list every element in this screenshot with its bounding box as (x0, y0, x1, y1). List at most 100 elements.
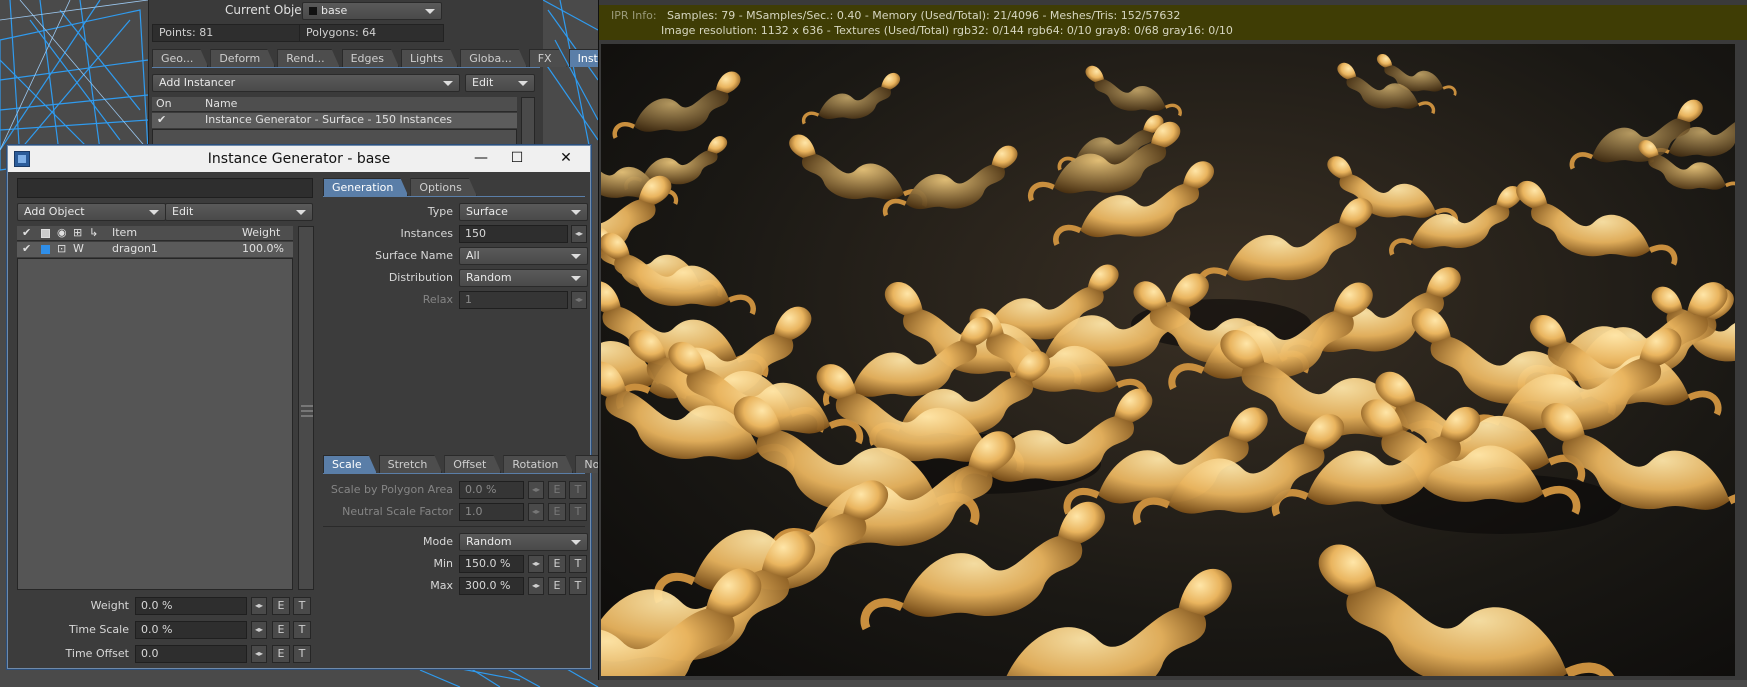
instancer-list-header: On Name (152, 97, 517, 112)
instancer-name: Instance Generator - Surface - 150 Insta… (205, 113, 452, 126)
dragon-instance (801, 72, 901, 125)
tab-fx[interactable]: FX (529, 49, 567, 67)
relax-input[interactable]: 1 (459, 291, 568, 309)
dragon-instance (789, 134, 928, 208)
close-button[interactable]: ✕ (543, 146, 589, 172)
time-scale-texture-button[interactable]: T (293, 621, 311, 639)
dragon-instance (1516, 180, 1678, 266)
item-mode-flag[interactable]: W (73, 242, 84, 256)
checkmark-icon[interactable]: ✔ (157, 113, 166, 127)
tab-stretch[interactable]: Stretch (379, 455, 443, 473)
column-item: Item (112, 226, 138, 239)
tab-scale[interactable]: Scale (323, 455, 377, 473)
generator-tabs: Generation Options (323, 178, 479, 196)
max-envelope-button[interactable]: E (548, 577, 566, 595)
weight-input[interactable]: 0.0 % (135, 597, 247, 615)
tab-render[interactable]: Rend... (277, 49, 339, 67)
tab-options[interactable]: Options (410, 178, 476, 196)
mode-dropdown[interactable]: Random (459, 533, 588, 551)
min-texture-button[interactable]: T (569, 555, 587, 573)
item-list-row[interactable]: ✔ ⊡ W dragon1 100.0% (17, 242, 293, 257)
scroll-grip[interactable] (301, 415, 313, 417)
neutral-scale-spinner[interactable]: ◂▸ (528, 503, 544, 521)
parent-column-icon: ↳ (89, 226, 99, 239)
tab-geometry[interactable]: Geo... (152, 49, 208, 67)
current-object-dropdown[interactable]: base (302, 2, 442, 20)
neutral-scale-label: Neutral Scale Factor (342, 505, 453, 518)
dragon-instance (882, 145, 1018, 217)
dragon-instance (612, 71, 741, 139)
instances-label: Instances (400, 227, 453, 240)
weight-spinner[interactable]: ◂▸ (251, 597, 267, 615)
instancer-list-scrollbar[interactable] (521, 97, 535, 150)
max-texture-button[interactable]: T (569, 577, 587, 595)
item-list-scrollbar[interactable] (298, 226, 314, 590)
instances-spinner[interactable]: ◂▸ (571, 225, 587, 243)
tab-global[interactable]: Globa... (460, 49, 527, 67)
current-object-label: Current Object (225, 3, 313, 17)
render-view[interactable] (601, 44, 1735, 676)
time-offset-envelope-button[interactable]: E (272, 645, 290, 663)
time-offset-spinner[interactable]: ◂▸ (251, 645, 267, 663)
scale-by-area-input[interactable]: 0.0 % (459, 481, 524, 499)
maximize-button[interactable]: ☐ (499, 146, 535, 172)
time-scale-envelope-button[interactable]: E (272, 621, 290, 639)
max-input[interactable]: 300.0 % (459, 577, 524, 595)
color-column-icon (41, 229, 50, 238)
scroll-grip[interactable] (301, 410, 313, 412)
ipr-stats-line: Samples: 79 - MSamples/Sec.: 0.40 - Memo… (667, 9, 1181, 22)
add-instancer-dropdown[interactable]: Add Instancer (152, 74, 460, 92)
tab-rotation[interactable]: Rotation (503, 455, 573, 473)
neutral-scale-texture-button[interactable]: T (569, 503, 587, 521)
min-envelope-button[interactable]: E (548, 555, 566, 573)
minimize-button[interactable]: — (463, 146, 499, 172)
neutral-scale-input[interactable]: 1.0 (459, 503, 524, 521)
object-edit-dropdown[interactable]: Edit (165, 203, 313, 221)
dragon-instance (601, 232, 756, 316)
item-list-header: ✔ ◉ ⊞ ↳ Item Weight (17, 226, 293, 241)
ipr-info-bar: IPR Info: Samples: 79 - MSamples/Sec.: 0… (599, 5, 1747, 40)
add-object-dropdown[interactable]: Add Object (17, 203, 166, 221)
tab-generation[interactable]: Generation (323, 178, 408, 196)
scroll-grip[interactable] (301, 405, 313, 407)
min-spinner[interactable]: ◂▸ (528, 555, 544, 573)
item-list-body[interactable] (17, 258, 293, 590)
time-scale-input[interactable]: 0.0 % (135, 621, 247, 639)
surface-name-dropdown[interactable]: All (459, 247, 588, 265)
time-offset-input[interactable]: 0.0 (135, 645, 247, 663)
weight-envelope-button[interactable]: E (272, 597, 290, 615)
mode-column-icon: ⊞ (73, 226, 83, 239)
time-scale-spinner[interactable]: ◂▸ (251, 621, 267, 639)
weight-texture-button[interactable]: T (293, 597, 311, 615)
min-input[interactable]: 150.0 % (459, 555, 524, 573)
column-name: Name (205, 97, 238, 110)
type-dropdown[interactable]: Surface (459, 203, 588, 221)
item-visibility-icon[interactable]: ⊡ (57, 242, 66, 256)
surface-name-label: Surface Name (375, 249, 453, 262)
tab-underline (152, 67, 540, 68)
instancer-edit-dropdown[interactable]: Edit (465, 74, 535, 92)
distribution-dropdown[interactable]: Random (459, 269, 588, 287)
instancer-list-row[interactable]: ✔ Instance Generator - Surface - 150 Ins… (152, 113, 517, 128)
search-input[interactable] (17, 178, 313, 198)
scale-by-area-texture-button[interactable]: T (569, 481, 587, 499)
mode-label: Mode (423, 535, 453, 548)
time-offset-texture-button[interactable]: T (293, 645, 311, 663)
max-spinner[interactable]: ◂▸ (528, 577, 544, 595)
tab-lights[interactable]: Lights (401, 49, 458, 67)
tab-edges[interactable]: Edges (342, 49, 399, 67)
neutral-scale-envelope-button[interactable]: E (548, 503, 566, 521)
max-label: Max (430, 579, 453, 592)
item-enabled-checkmark[interactable]: ✔ (22, 242, 31, 256)
item-color-swatch[interactable] (41, 245, 50, 254)
relax-spinner[interactable]: ◂▸ (571, 291, 587, 309)
object-properties-panel: Current Object base Points: 81 Polygons:… (148, 0, 543, 150)
window-titlebar[interactable]: Instance Generator - base — ☐ ✕ (8, 146, 590, 172)
scale-by-area-spinner[interactable]: ◂▸ (528, 481, 544, 499)
distribution-label: Distribution (388, 271, 453, 284)
current-object-value: base (321, 4, 348, 17)
tab-deform[interactable]: Deform (210, 49, 275, 67)
instances-input[interactable]: 150 (459, 225, 568, 243)
tab-offset[interactable]: Offset (444, 455, 501, 473)
scale-by-area-envelope-button[interactable]: E (548, 481, 566, 499)
